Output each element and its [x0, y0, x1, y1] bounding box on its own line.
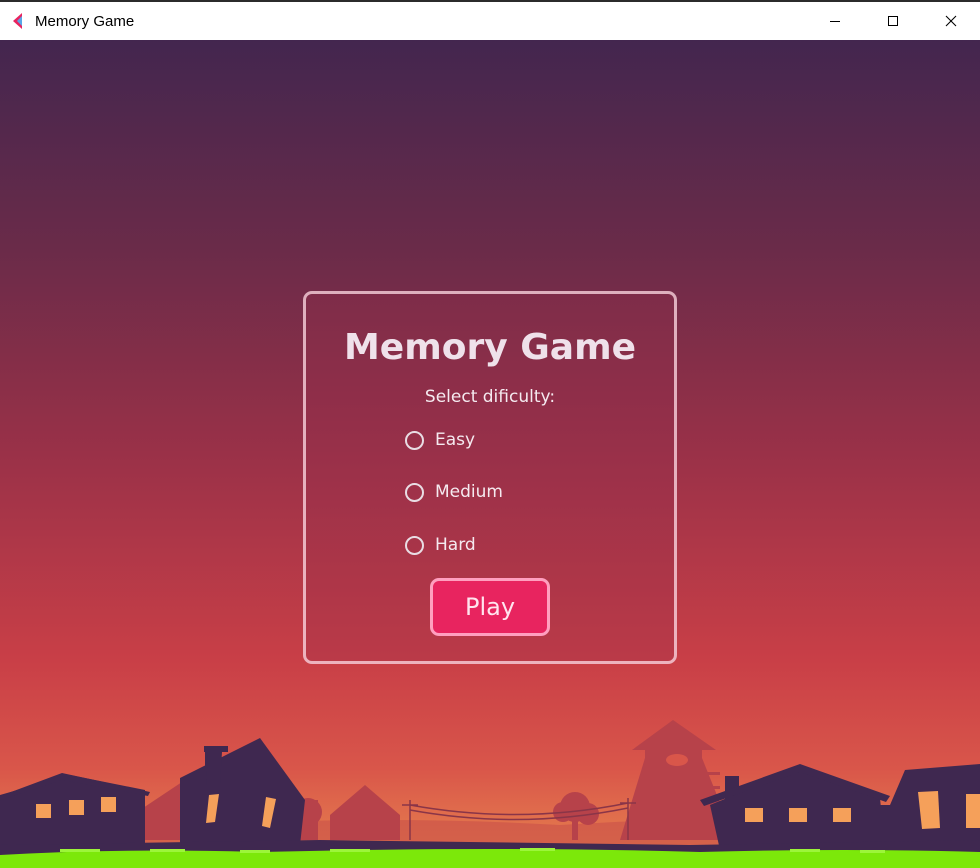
play-button[interactable]: Play [430, 578, 550, 636]
window-controls [806, 2, 980, 40]
hard-label: Hard [435, 535, 476, 555]
difficulty-option-medium[interactable]: Medium [405, 482, 503, 502]
easy-label: Easy [435, 430, 476, 450]
close-icon [945, 15, 957, 27]
minimize-button[interactable] [806, 2, 864, 40]
maximize-button[interactable] [864, 2, 922, 40]
window-title: Memory Game [35, 13, 135, 30]
title-bar: Memory Game [0, 0, 980, 40]
game-title: Memory Game [343, 327, 636, 368]
difficulty-option-easy[interactable]: Easy [405, 430, 475, 450]
easy-radio-button[interactable] [405, 430, 424, 450]
hard-radio-button[interactable] [405, 535, 424, 555]
difficulty-option-hard[interactable]: Hard [405, 535, 476, 555]
close-button[interactable] [922, 2, 980, 40]
difficulty-menu-panel: Memory Game Select dificulty: Easy Mediu… [303, 291, 677, 664]
difficulty-prompt: Select dificulty: [424, 387, 556, 407]
app-window: Memory Game Memory Game Select dificulty… [0, 0, 980, 868]
game-scene: Memory Game Select dificulty: Easy Mediu… [0, 40, 980, 868]
medium-radio-button[interactable] [405, 482, 424, 502]
medium-label: Medium [435, 482, 503, 502]
minimize-icon [830, 21, 840, 22]
app-logo-icon [13, 13, 22, 29]
maximize-icon [888, 16, 898, 26]
